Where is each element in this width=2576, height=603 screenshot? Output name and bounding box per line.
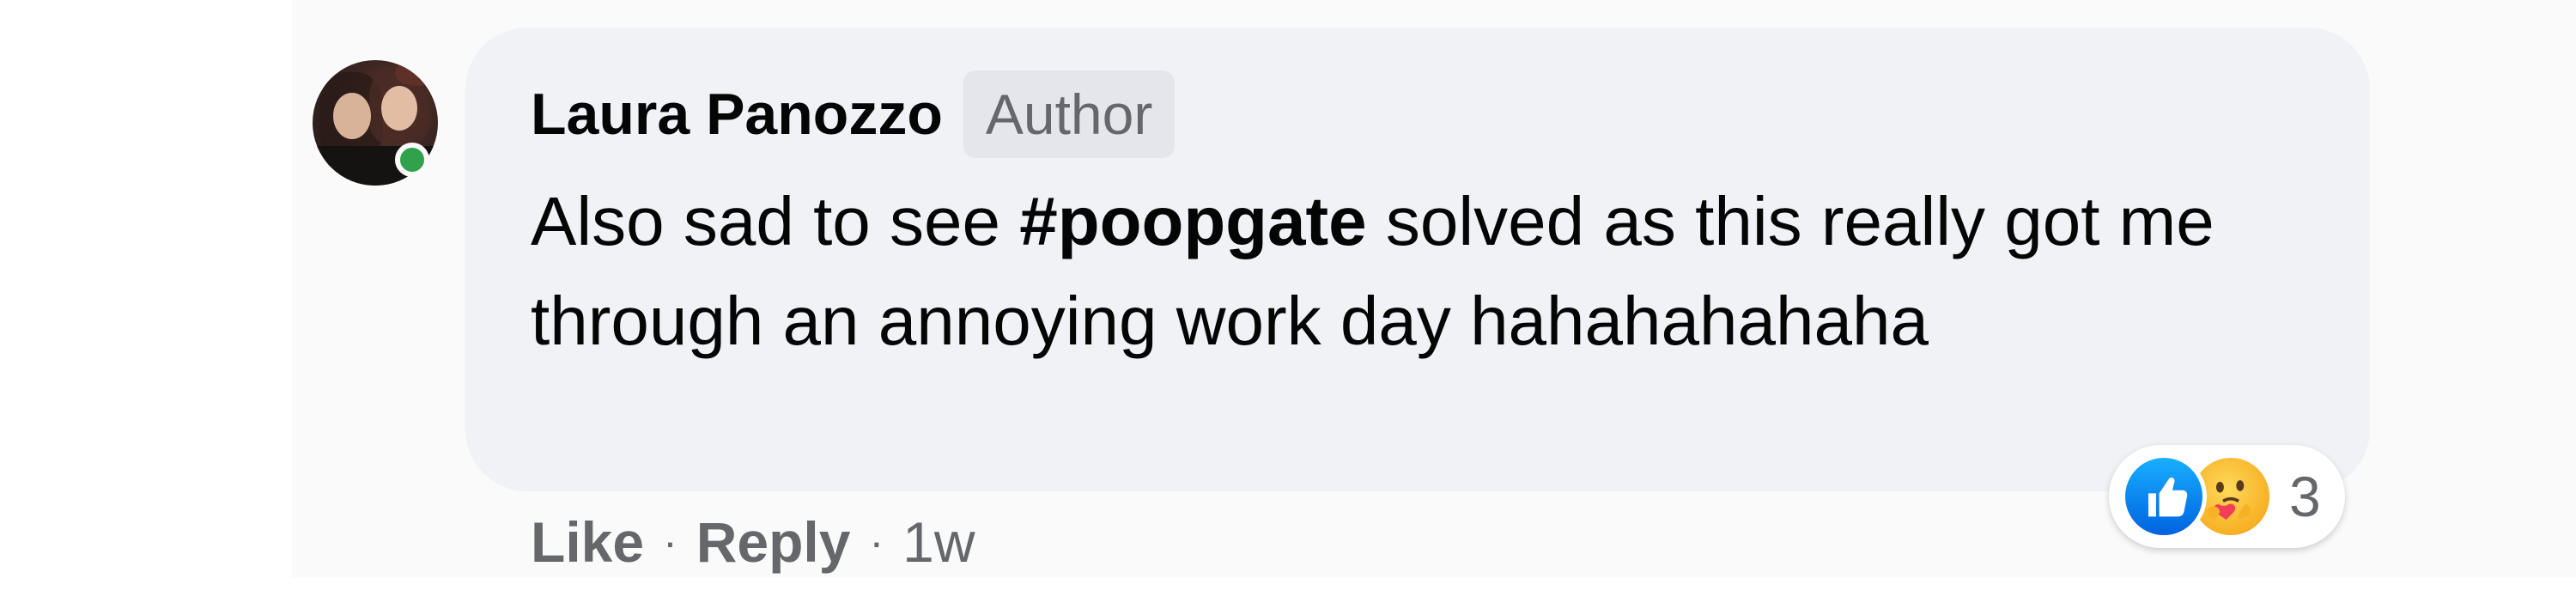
comment-text-start: Also sad to see xyxy=(531,183,1020,259)
separator: · xyxy=(869,518,884,566)
online-status-icon xyxy=(395,143,429,177)
separator: · xyxy=(663,518,677,566)
comment-actions: Like · Reply · 1w xyxy=(531,503,975,581)
author-badge: Author xyxy=(963,70,1176,158)
author-name-link[interactable]: Laura Panozzo xyxy=(531,81,943,148)
reactions-summary[interactable]: 3 xyxy=(2109,445,2345,548)
like-icon xyxy=(2121,454,2207,539)
like-button[interactable]: Like xyxy=(531,509,644,575)
hashtag-link[interactable]: #poopgate xyxy=(1019,183,1366,259)
comment-header: Laura Panozzo Author xyxy=(531,69,1176,160)
reaction-count: 3 xyxy=(2289,465,2321,528)
avatar[interactable] xyxy=(313,60,438,186)
reply-button[interactable]: Reply xyxy=(696,509,851,575)
comment-bubble: Laura Panozzo Author Also sad to see #po… xyxy=(465,27,2370,491)
timestamp-link[interactable]: 1w xyxy=(902,509,975,575)
comment-text: Also sad to see #poopgate solved as this… xyxy=(531,172,2325,371)
